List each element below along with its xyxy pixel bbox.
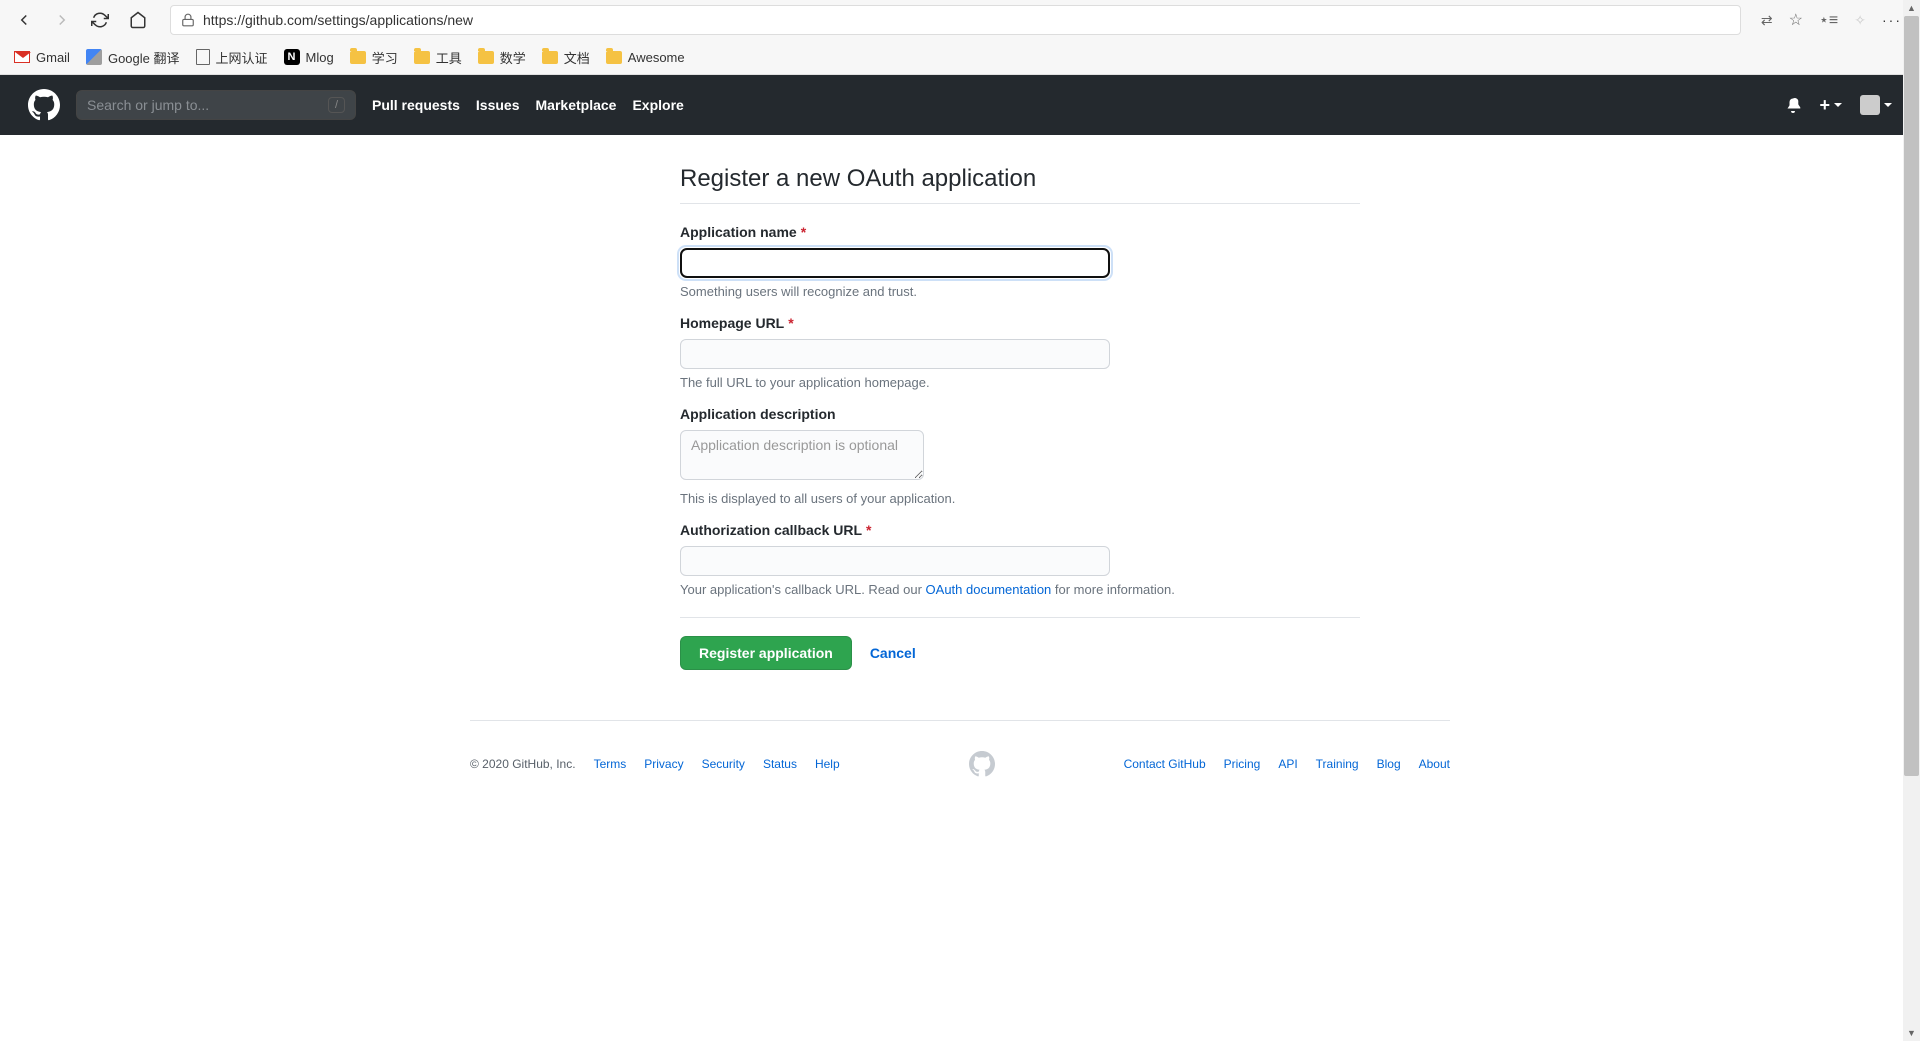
homepage-input[interactable] xyxy=(680,339,1110,369)
nav-issues[interactable]: Issues xyxy=(476,97,520,113)
homepage-hint: The full URL to your application homepag… xyxy=(680,375,1360,390)
refresh-button[interactable] xyxy=(88,8,112,32)
back-button[interactable] xyxy=(12,8,36,32)
add-dropdown[interactable]: + xyxy=(1819,95,1842,116)
notification-bell-icon[interactable] xyxy=(1785,97,1801,113)
main-content: Register a new OAuth application Applica… xyxy=(660,165,1380,670)
folder-icon xyxy=(350,51,366,64)
footer-left: © 2020 GitHub, Inc. Terms Privacy Securi… xyxy=(470,757,840,771)
oauth-doc-link[interactable]: OAuth documentation xyxy=(926,582,1052,597)
folder-icon xyxy=(478,51,494,64)
translate-icon[interactable]: ⇄ xyxy=(1761,12,1773,29)
github-nav: Pull requests Issues Marketplace Explore xyxy=(372,97,684,113)
browser-toolbar: https://github.com/settings/applications… xyxy=(0,0,1920,40)
favorites-icon[interactable]: ⋆≡ xyxy=(1819,10,1838,30)
cancel-button[interactable]: Cancel xyxy=(870,645,916,661)
nav-marketplace[interactable]: Marketplace xyxy=(536,97,617,113)
description-label: Application description xyxy=(680,406,1360,422)
copyright: © 2020 GitHub, Inc. xyxy=(470,757,576,771)
url-text: https://github.com/settings/applications… xyxy=(203,12,1730,28)
gmail-icon xyxy=(14,51,30,63)
description-hint: This is displayed to all users of your a… xyxy=(680,491,1360,506)
lock-icon xyxy=(181,13,195,27)
bookmark-google-translate[interactable]: Google 翻译 xyxy=(86,48,180,67)
bookmark-auth[interactable]: 上网认证 xyxy=(196,48,268,67)
form-group-description: Application description This is displaye… xyxy=(680,406,1360,506)
app-name-input[interactable] xyxy=(680,248,1110,278)
footer-contact[interactable]: Contact GitHub xyxy=(1124,757,1206,771)
github-footer-logo[interactable] xyxy=(969,751,995,777)
bookmark-folder-tools[interactable]: 工具 xyxy=(414,48,462,67)
notion-icon: N xyxy=(284,49,300,65)
footer-security[interactable]: Security xyxy=(702,757,745,771)
star-icon[interactable]: ☆ xyxy=(1789,10,1803,30)
description-input[interactable] xyxy=(680,430,924,480)
slash-key-hint: / xyxy=(328,97,345,113)
github-header-right: + xyxy=(1785,95,1892,116)
scrollbar-arrow-up[interactable]: ▲ xyxy=(1903,0,1920,16)
nav-pull-requests[interactable]: Pull requests xyxy=(372,97,460,113)
bookmark-folder-study[interactable]: 学习 xyxy=(350,48,398,67)
scrollbar-thumb[interactable] xyxy=(1904,16,1919,776)
required-star: * xyxy=(788,315,793,331)
folder-icon xyxy=(606,51,622,64)
app-name-label: Application name* xyxy=(680,224,1360,240)
footer-blog[interactable]: Blog xyxy=(1377,757,1401,771)
required-star: * xyxy=(801,224,806,240)
footer-terms[interactable]: Terms xyxy=(594,757,627,771)
bookmarks-bar: Gmail Google 翻译 上网认证 NMlog 学习 工具 数学 文档 A… xyxy=(0,40,1920,74)
gtranslate-icon xyxy=(86,49,102,65)
github-logo[interactable] xyxy=(28,89,60,121)
more-icon[interactable]: ··· xyxy=(1882,12,1902,28)
nav-explore[interactable]: Explore xyxy=(632,97,683,113)
github-header: / Pull requests Issues Marketplace Explo… xyxy=(0,75,1920,135)
bookmark-folder-math[interactable]: 数学 xyxy=(478,48,526,67)
home-button[interactable] xyxy=(126,8,150,32)
browser-chrome: https://github.com/settings/applications… xyxy=(0,0,1920,75)
footer-pricing[interactable]: Pricing xyxy=(1224,757,1261,771)
register-button[interactable]: Register application xyxy=(680,636,852,670)
page-icon xyxy=(196,49,210,65)
bookmark-mlog[interactable]: NMlog xyxy=(284,49,334,65)
form-group-app-name: Application name* Something users will r… xyxy=(680,224,1360,299)
url-bar[interactable]: https://github.com/settings/applications… xyxy=(170,5,1741,35)
avatar xyxy=(1860,95,1880,115)
required-star: * xyxy=(866,522,871,538)
github-footer: © 2020 GitHub, Inc. Terms Privacy Securi… xyxy=(470,720,1450,817)
scrollbar-arrow-down[interactable]: ▼ xyxy=(1903,1025,1920,1041)
browser-action-icons: ⇄ ☆ ⋆≡ ✧ ··· xyxy=(1761,10,1908,30)
github-search[interactable]: / xyxy=(76,90,356,120)
folder-icon xyxy=(542,51,558,64)
footer-help[interactable]: Help xyxy=(815,757,840,771)
page-title: Register a new OAuth application xyxy=(680,165,1360,204)
footer-about[interactable]: About xyxy=(1419,757,1450,771)
search-input[interactable] xyxy=(87,97,328,113)
bookmark-folder-docs[interactable]: 文档 xyxy=(542,48,590,67)
form-group-homepage: Homepage URL* The full URL to your appli… xyxy=(680,315,1360,390)
bookmark-gmail[interactable]: Gmail xyxy=(14,50,70,65)
folder-icon xyxy=(414,51,430,64)
footer-right: Contact GitHub Pricing API Training Blog… xyxy=(1124,757,1450,771)
forward-button[interactable] xyxy=(50,8,74,32)
callback-input[interactable] xyxy=(680,546,1110,576)
callback-hint: Your application's callback URL. Read ou… xyxy=(680,582,1360,597)
footer-api[interactable]: API xyxy=(1278,757,1297,771)
callback-label: Authorization callback URL* xyxy=(680,522,1360,538)
form-actions: Register application Cancel xyxy=(680,617,1360,670)
extension-icon[interactable]: ✧ xyxy=(1854,12,1866,29)
homepage-label: Homepage URL* xyxy=(680,315,1360,331)
user-menu[interactable] xyxy=(1860,95,1892,115)
app-name-hint: Something users will recognize and trust… xyxy=(680,284,1360,299)
bookmark-folder-awesome[interactable]: Awesome xyxy=(606,50,685,65)
scrollbar[interactable]: ▲ ▼ xyxy=(1903,0,1920,1041)
footer-training[interactable]: Training xyxy=(1316,757,1359,771)
form-group-callback: Authorization callback URL* Your applica… xyxy=(680,522,1360,597)
footer-status[interactable]: Status xyxy=(763,757,797,771)
footer-privacy[interactable]: Privacy xyxy=(644,757,683,771)
